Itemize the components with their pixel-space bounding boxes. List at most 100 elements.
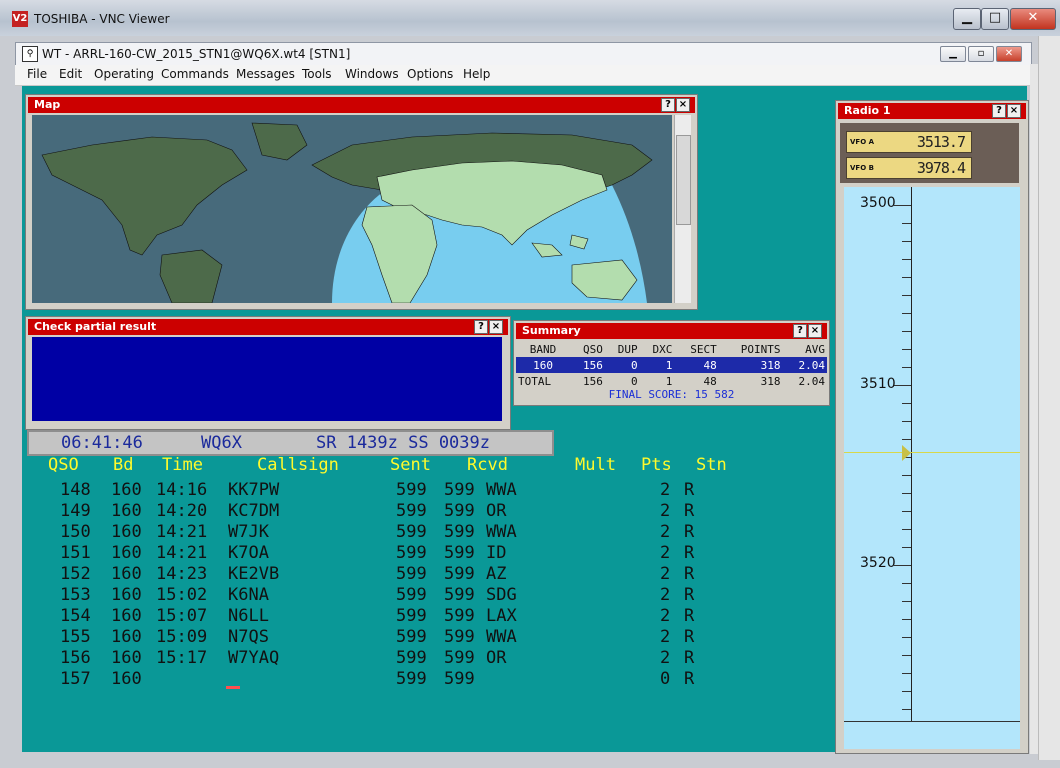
maximize-icon[interactable]: □ <box>981 8 1009 30</box>
scale-axis <box>911 187 912 721</box>
vfo-marker-icon[interactable] <box>902 445 911 461</box>
wt-titlebar[interactable]: ⚲ WT - ARRL-160-CW_2015_STN1@WQ6X.wt4 [S… <box>15 42 1032 66</box>
menu-file[interactable]: File <box>27 67 47 81</box>
menu-operating[interactable]: Operating <box>94 67 154 81</box>
entry-cursor[interactable] <box>226 686 240 689</box>
menu-windows[interactable]: Windows <box>345 67 399 81</box>
summary-cell: 160 <box>516 357 571 373</box>
log-time: 15:07 <box>156 606 208 626</box>
vfo-a-frequency: 3513.7 <box>916 133 966 151</box>
scale-tick <box>902 493 911 494</box>
scale-baseline <box>844 721 1020 722</box>
log-rcvd: 599 <box>444 501 475 521</box>
scale-tick <box>902 223 911 224</box>
vnc-titlebar[interactable]: V2 TOSHIBA - VNC Viewer ▁ □ ✕ <box>0 0 1060 36</box>
log-rcvd: 599 <box>444 606 475 626</box>
wt-minimize-icon[interactable]: ▁ <box>940 46 966 62</box>
close-icon[interactable]: × <box>676 98 690 112</box>
log-col-mult: Mult <box>575 455 616 475</box>
check-partial-titlebar[interactable]: Check partial result ? × <box>28 319 508 335</box>
scale-tick <box>902 691 911 692</box>
scale-tick <box>902 259 911 260</box>
radio-titlebar[interactable]: Radio 1 ? × <box>838 103 1026 119</box>
wt-restore-icon[interactable]: ▫ <box>968 46 994 62</box>
log-band: 160 <box>111 543 142 563</box>
log-time: 14:21 <box>156 543 208 563</box>
summary-col-avg: AVG <box>805 342 825 356</box>
help-icon[interactable]: ? <box>992 104 1006 118</box>
log-pts: 2 <box>660 585 671 605</box>
vnc-scrollbar[interactable] <box>1038 36 1060 760</box>
vnc-logo-icon: V2 <box>12 11 28 27</box>
map-scrollbar[interactable] <box>674 115 691 303</box>
log-rcvd: 599 <box>444 627 475 647</box>
close-icon[interactable]: × <box>808 324 822 338</box>
summary-total-row[interactable]: TOTAL 156 0 1 48 318 2.04 <box>516 373 827 389</box>
close-icon[interactable]: × <box>1007 104 1021 118</box>
map-window: Map ? × <box>25 94 698 310</box>
summary-cell: 1 <box>639 357 675 373</box>
wt-close-icon[interactable]: ✕ <box>996 46 1022 62</box>
map-scroll-thumb[interactable] <box>676 135 691 225</box>
summary-col-dxc: DXC <box>652 342 673 356</box>
log-callsign: KC7DM <box>228 501 280 521</box>
summary-col-sect: SECT <box>690 342 717 356</box>
log-stn: R <box>684 669 695 689</box>
scale-tick <box>902 439 911 440</box>
log-stn: R <box>684 564 695 584</box>
help-icon[interactable]: ? <box>661 98 675 112</box>
log-mult: OR <box>486 648 507 668</box>
band-scale[interactable]: 3500 3510 3520 <box>844 187 1020 749</box>
log-rcvd: 599 <box>444 480 475 500</box>
minimize-icon[interactable]: ▁ <box>953 8 981 30</box>
vfo-a-label: VFO A <box>850 138 875 146</box>
log-stn: R <box>684 648 695 668</box>
check-partial-list[interactable] <box>32 337 502 421</box>
summary-row[interactable]: 160 156 0 1 48 318 2.04 <box>516 357 827 373</box>
station-call: WQ6X <box>201 433 242 453</box>
summary-titlebar[interactable]: Summary ? × <box>516 323 827 339</box>
menu-edit[interactable]: Edit <box>59 67 82 81</box>
help-icon[interactable]: ? <box>793 324 807 338</box>
scale-tick <box>902 277 911 278</box>
map-titlebar[interactable]: Map ? × <box>28 97 695 113</box>
log-stn: R <box>684 480 695 500</box>
summary-cell: TOTAL <box>518 374 552 388</box>
log-qso: 148 <box>60 480 91 500</box>
log-band: 160 <box>111 501 142 521</box>
vfo-a-display[interactable]: VFO A 3513.7 <box>846 131 972 153</box>
wt-scrollbar[interactable] <box>1030 64 1038 754</box>
log-pts: 2 <box>660 543 671 563</box>
help-icon[interactable]: ? <box>474 320 488 334</box>
log-col-rcvd: Rcvd <box>467 455 508 475</box>
summary-cell: 0 <box>630 374 638 388</box>
log-sent: 599 <box>396 564 427 584</box>
check-partial-window: Check partial result ? × <box>25 316 511 430</box>
close-icon[interactable]: × <box>489 320 503 334</box>
scale-tick <box>902 529 911 530</box>
wt-window-title: WT - ARRL-160-CW_2015_STN1@WQ6X.wt4 [STN… <box>42 47 351 61</box>
log-sent: 599 <box>396 522 427 542</box>
scale-tick <box>902 511 911 512</box>
log-rcvd: 599 <box>444 522 475 542</box>
menu-tools[interactable]: Tools <box>302 67 332 81</box>
log-callsign: W7JK <box>228 522 269 542</box>
final-score: FINAL SCORE: 15 582 <box>608 388 735 401</box>
menu-commands[interactable]: Commands <box>161 67 229 81</box>
summary-title: Summary <box>522 324 581 337</box>
log-mult: WWA <box>486 522 517 542</box>
vfo-panel: VFO A 3513.7 VFO B 3978.4 <box>840 123 1019 183</box>
world-map[interactable] <box>32 115 672 303</box>
menu-options[interactable]: Options <box>407 67 453 81</box>
log-sent: 599 <box>396 648 427 668</box>
vfo-b-display[interactable]: VFO B 3978.4 <box>846 157 972 179</box>
close-icon[interactable]: ✕ <box>1010 8 1056 30</box>
menu-messages[interactable]: Messages <box>236 67 295 81</box>
menu-help[interactable]: Help <box>463 67 490 81</box>
wt-app-icon: ⚲ <box>22 46 38 62</box>
log-stn: R <box>684 543 695 563</box>
log-band: 160 <box>111 669 142 689</box>
log-callsign: K6NA <box>228 585 269 605</box>
log-pts: 0 <box>660 669 671 689</box>
vfo-b-frequency: 3978.4 <box>916 159 966 177</box>
